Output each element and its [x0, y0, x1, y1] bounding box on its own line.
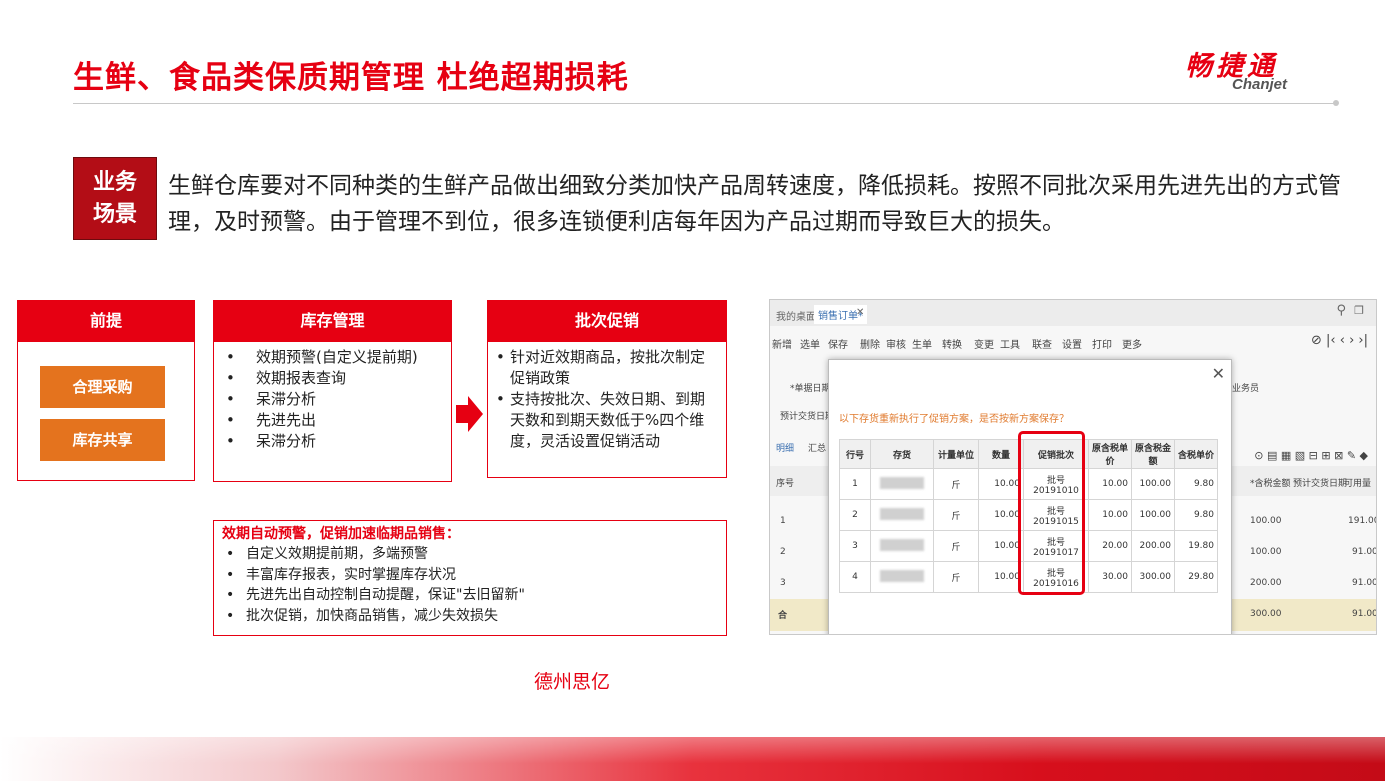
- toolbar-new[interactable]: 新增: [772, 336, 792, 351]
- column-header: 计量单位: [933, 439, 979, 469]
- list-item: 针对近效期商品，按批次制定促销政策: [488, 347, 716, 389]
- grid-tool-icons[interactable]: ⊙ ▤ ▦ ▧ ⊟ ⊞ ⊠ ✎ ◆: [1254, 449, 1368, 462]
- premise-item: 合理采购: [37, 366, 168, 408]
- list-item: 呆滞分析: [214, 389, 451, 410]
- window-icon[interactable]: ❐: [1354, 304, 1364, 317]
- premise-body: 合理采购 库存共享: [17, 341, 195, 481]
- inventory-title: 库存管理: [213, 300, 452, 341]
- promotion-body: 针对近效期商品，按批次制定促销政策 支持按批次、失效日期、到期天数和到期天数低于…: [487, 341, 727, 478]
- bottom-decoration-shine: [0, 737, 1385, 781]
- promotion-dialog: ✕ 以下存货重新执行了促销方案，是否按新方案保存？ 行号 存货 计量单位 数量 …: [828, 359, 1232, 634]
- list-item: 效期预警(自定义提前期): [214, 347, 451, 368]
- avail-qty-header: 可用量: [1344, 479, 1372, 489]
- scenario-text: 生鲜仓库要对不同种类的生鲜产品做出细致分类加快产品周转速度，降低损耗。按照不同批…: [168, 173, 1341, 235]
- column-header: 原含税金额: [1131, 439, 1175, 469]
- list-item: 支持按批次、失效日期、到期天数和到期天数低于%四个维度，灵活设置促销活动: [488, 389, 716, 452]
- close-icon[interactable]: ✕: [1212, 364, 1225, 383]
- scenario-label-line1: 业务: [92, 170, 137, 195]
- promotion-column: 批次促销 针对近效期商品，按批次制定促销政策 支持按批次、失效日期、到期天数和到…: [487, 300, 727, 478]
- blurred-item: [880, 476, 924, 489]
- software-screenshot: 我的桌面 销售订单* ✕ ⚲ ❐ 新增 选单 保存 删除 审核 生单 转换 变更…: [769, 299, 1377, 635]
- doc-date-label: *单据日期: [790, 384, 831, 394]
- ship-date-label: 预计交货日期: [780, 412, 835, 422]
- right-arrow-icon: [456, 394, 484, 438]
- tax-amount-header: *含税金额: [1250, 479, 1291, 489]
- list-item: 批次促销，加快商品销售，减少失效损失: [222, 606, 718, 627]
- toolbar-query[interactable]: 联查: [1032, 336, 1052, 351]
- scenario-label-line2: 场景: [92, 202, 137, 227]
- chanjet-logo-en: Chanjet: [1232, 76, 1288, 93]
- toolbar-more[interactable]: 更多: [1122, 336, 1142, 351]
- salesman-label: 业务员: [1232, 384, 1260, 394]
- premise-column: 前提 合理采购 库存共享: [17, 300, 195, 481]
- divider-dot: [1333, 100, 1339, 106]
- toolbar-convert[interactable]: 转换: [942, 336, 962, 351]
- blurred-item: [880, 538, 924, 551]
- column-header: 含税单价: [1174, 439, 1218, 469]
- premise-title: 前提: [17, 300, 195, 341]
- toolbar-save[interactable]: 保存: [828, 336, 848, 351]
- list-item: 先进先出自动控制自动提醒，保证"去旧留新": [222, 585, 718, 606]
- list-item: 呆滞分析: [214, 431, 451, 452]
- toolbar-change[interactable]: 变更: [974, 336, 994, 351]
- warning-title: 效期自动预警，促销加速临期品销售：: [222, 526, 460, 542]
- tab-summary[interactable]: 汇总: [808, 441, 826, 454]
- row-no-header: 序号: [776, 479, 795, 489]
- column-header: 数量: [978, 439, 1024, 469]
- toolbar-delete[interactable]: 删除: [860, 336, 880, 351]
- toolbar: 新增 选单 保存 删除 审核 生单 转换 变更 工具 联查 设置 打印 更多 ⊘…: [770, 332, 1376, 354]
- list-item: 自定义效期提前期，多端预警: [222, 544, 718, 565]
- warning-box: 效期自动预警，促销加速临期品销售： 自定义效期提前期，多端预警 丰富库存报表，实…: [213, 520, 727, 636]
- list-item: 效期报表查询: [214, 368, 451, 389]
- inventory-column: 库存管理 效期预警(自定义提前期) 效期报表查询 呆滞分析 先进先出 呆滞分析: [213, 300, 452, 482]
- blurred-item: [880, 569, 924, 582]
- exp-ship-header: 预计交货日期: [1293, 479, 1348, 489]
- inventory-body: 效期预警(自定义提前期) 效期报表查询 呆滞分析 先进先出 呆滞分析: [213, 341, 452, 482]
- tab-desktop[interactable]: 我的桌面: [776, 308, 816, 323]
- search-icon[interactable]: ⚲: [1336, 303, 1346, 318]
- title-divider: [73, 103, 1335, 104]
- tab-detail[interactable]: 明细: [776, 441, 794, 454]
- toolbar-generate[interactable]: 生单: [912, 336, 932, 351]
- toolbar-print[interactable]: 打印: [1092, 336, 1112, 351]
- blurred-item: [880, 507, 924, 520]
- page-title: 生鲜、食品类保质期管理 杜绝超期损耗: [73, 60, 629, 96]
- dialog-message: 以下存货重新执行了促销方案，是否按新方案保存？: [839, 414, 1069, 425]
- list-item: 丰富库存报表，实时掌握库存状况: [222, 565, 718, 586]
- toolbar-audit[interactable]: 审核: [886, 336, 906, 351]
- batch-highlight: [1018, 431, 1085, 595]
- list-item: 先进先出: [214, 410, 451, 431]
- tab-bar: 我的桌面 销售订单* ✕ ⚲ ❐: [770, 300, 1376, 326]
- toolbar-settings[interactable]: 设置: [1062, 336, 1082, 351]
- premise-item: 库存共享: [37, 419, 168, 461]
- column-header: 存货: [870, 439, 934, 469]
- pager-nav-icon[interactable]: ⊘ |‹ ‹ › ›|: [1311, 333, 1368, 348]
- column-header: 行号: [839, 439, 871, 469]
- close-tab-icon[interactable]: ✕: [856, 307, 864, 318]
- promotion-title: 批次促销: [487, 300, 727, 341]
- column-header: 原含税单价: [1088, 439, 1132, 469]
- scenario-label: 业务 场景: [73, 157, 157, 240]
- footer-company: 德州思亿: [534, 671, 611, 693]
- toolbar-select[interactable]: 选单: [800, 336, 820, 351]
- toolbar-tools[interactable]: 工具: [1000, 336, 1020, 351]
